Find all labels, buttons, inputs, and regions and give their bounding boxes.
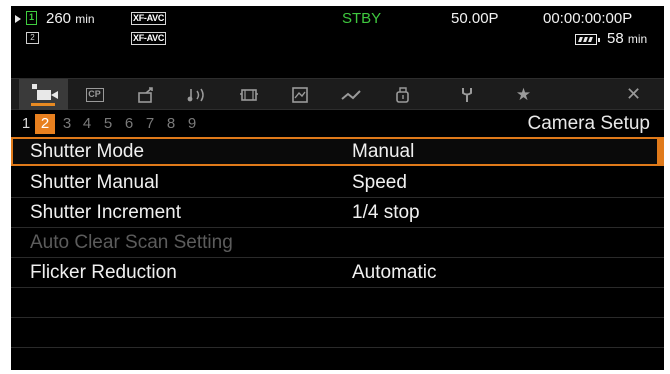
camera-icon: [31, 83, 58, 100]
battery-time-value: 58: [607, 30, 624, 47]
close-icon: ✕: [625, 84, 642, 104]
my-menu-icon: ★: [515, 84, 532, 104]
frame-rate: 50.00P: [451, 10, 499, 27]
page-number-2[interactable]: 2: [35, 114, 55, 134]
network-icon: [395, 86, 409, 103]
menu-empty-row: [11, 348, 664, 370]
remaining-time-value: 260: [46, 10, 72, 27]
page-selector: 1 2 3 4 5 6 7 8 9 Camera Setup: [11, 112, 664, 136]
timecode-value: 00:00:00:00: [543, 10, 623, 27]
timecode: 00:00:00:00P: [543, 10, 632, 28]
active-tab-indicator: [31, 103, 55, 106]
menu-item-label: Shutter Mode: [30, 141, 145, 162]
battery-remaining: 58 min: [607, 30, 647, 48]
menu-item-shutter-increment[interactable]: Shutter Increment 1/4 stop: [11, 198, 664, 228]
status-bar: 1 260 min XF-AVC 2 XF-AVC STBY 50.00P 00…: [11, 6, 664, 78]
system-setup-icon: [340, 89, 361, 100]
custom-picture-icon: CP: [85, 87, 104, 102]
tab-network[interactable]: [378, 79, 427, 110]
menu-item-label: Flicker Reduction: [30, 262, 177, 283]
menu-item-value: Manual: [352, 141, 415, 162]
page-number-6[interactable]: 6: [119, 114, 139, 134]
card-slot-2-icon: 2: [26, 32, 39, 44]
recording-setup-icon: [137, 86, 153, 103]
monitoring-setup-icon: [239, 88, 258, 101]
codec-badge-a: XF-AVC: [131, 12, 167, 25]
menu-title: Camera Setup: [527, 113, 650, 134]
codec-badge-b: XF-AVC: [131, 32, 167, 45]
page-number-1[interactable]: 1: [16, 114, 36, 134]
menu-item-label: Shutter Increment: [30, 202, 182, 223]
remaining-time-unit: min: [75, 12, 95, 26]
battery-icon: [575, 34, 600, 45]
play-indicator-icon: [15, 15, 21, 23]
menu-tab-bar: CP ★ ✕: [11, 78, 664, 110]
menu-item-value: Automatic: [352, 262, 437, 283]
tab-recording-setup[interactable]: [122, 79, 171, 110]
page-number-5[interactable]: 5: [98, 114, 118, 134]
selection-handle: [657, 137, 664, 166]
menu-item-value: Speed: [352, 172, 407, 193]
menu-item-label: Auto Clear Scan Setting: [30, 232, 233, 253]
menu-item-auto-clear-scan: Auto Clear Scan Setting: [11, 228, 664, 258]
page-number-9[interactable]: 9: [182, 114, 202, 134]
tab-monitoring-setup[interactable]: [224, 79, 273, 110]
menu-empty-row: [11, 288, 664, 318]
tab-custom-picture[interactable]: CP: [70, 79, 119, 110]
tab-camera-setup[interactable]: [19, 79, 68, 110]
menu-item-shutter-mode[interactable]: Shutter Mode Manual: [11, 137, 664, 166]
menu-item-flicker-reduction[interactable]: Flicker Reduction Automatic: [11, 258, 664, 288]
menu-item-shutter-manual[interactable]: Shutter Manual Speed: [11, 168, 664, 198]
menu-item-value: 1/4 stop: [352, 202, 420, 223]
card-slot-icon: 1: [26, 11, 37, 25]
audio-setup-icon: [187, 88, 204, 101]
tab-playback[interactable]: [275, 79, 324, 110]
remaining-time: 260 min: [46, 10, 95, 28]
playback-icon: [291, 86, 308, 103]
timecode-mode: P: [622, 10, 633, 27]
page-number-7[interactable]: 7: [140, 114, 160, 134]
menu-item-label: Shutter Manual: [30, 172, 159, 193]
tab-close[interactable]: ✕: [609, 79, 658, 110]
battery-time-unit: min: [627, 32, 648, 46]
camera-menu-screen: 1 260 min XF-AVC 2 XF-AVC STBY 50.00P 00…: [11, 6, 664, 370]
page-number-8[interactable]: 8: [161, 114, 181, 134]
tab-audio-setup[interactable]: [173, 79, 222, 110]
tab-assignable[interactable]: [442, 79, 491, 110]
menu-empty-row: [11, 318, 664, 348]
assignable-icon: [461, 87, 472, 102]
tab-system-setup[interactable]: [327, 79, 376, 110]
tab-my-menu[interactable]: ★: [499, 79, 548, 110]
page-number-3[interactable]: 3: [57, 114, 77, 134]
recording-state: STBY: [342, 10, 382, 27]
page-number-4[interactable]: 4: [77, 114, 97, 134]
